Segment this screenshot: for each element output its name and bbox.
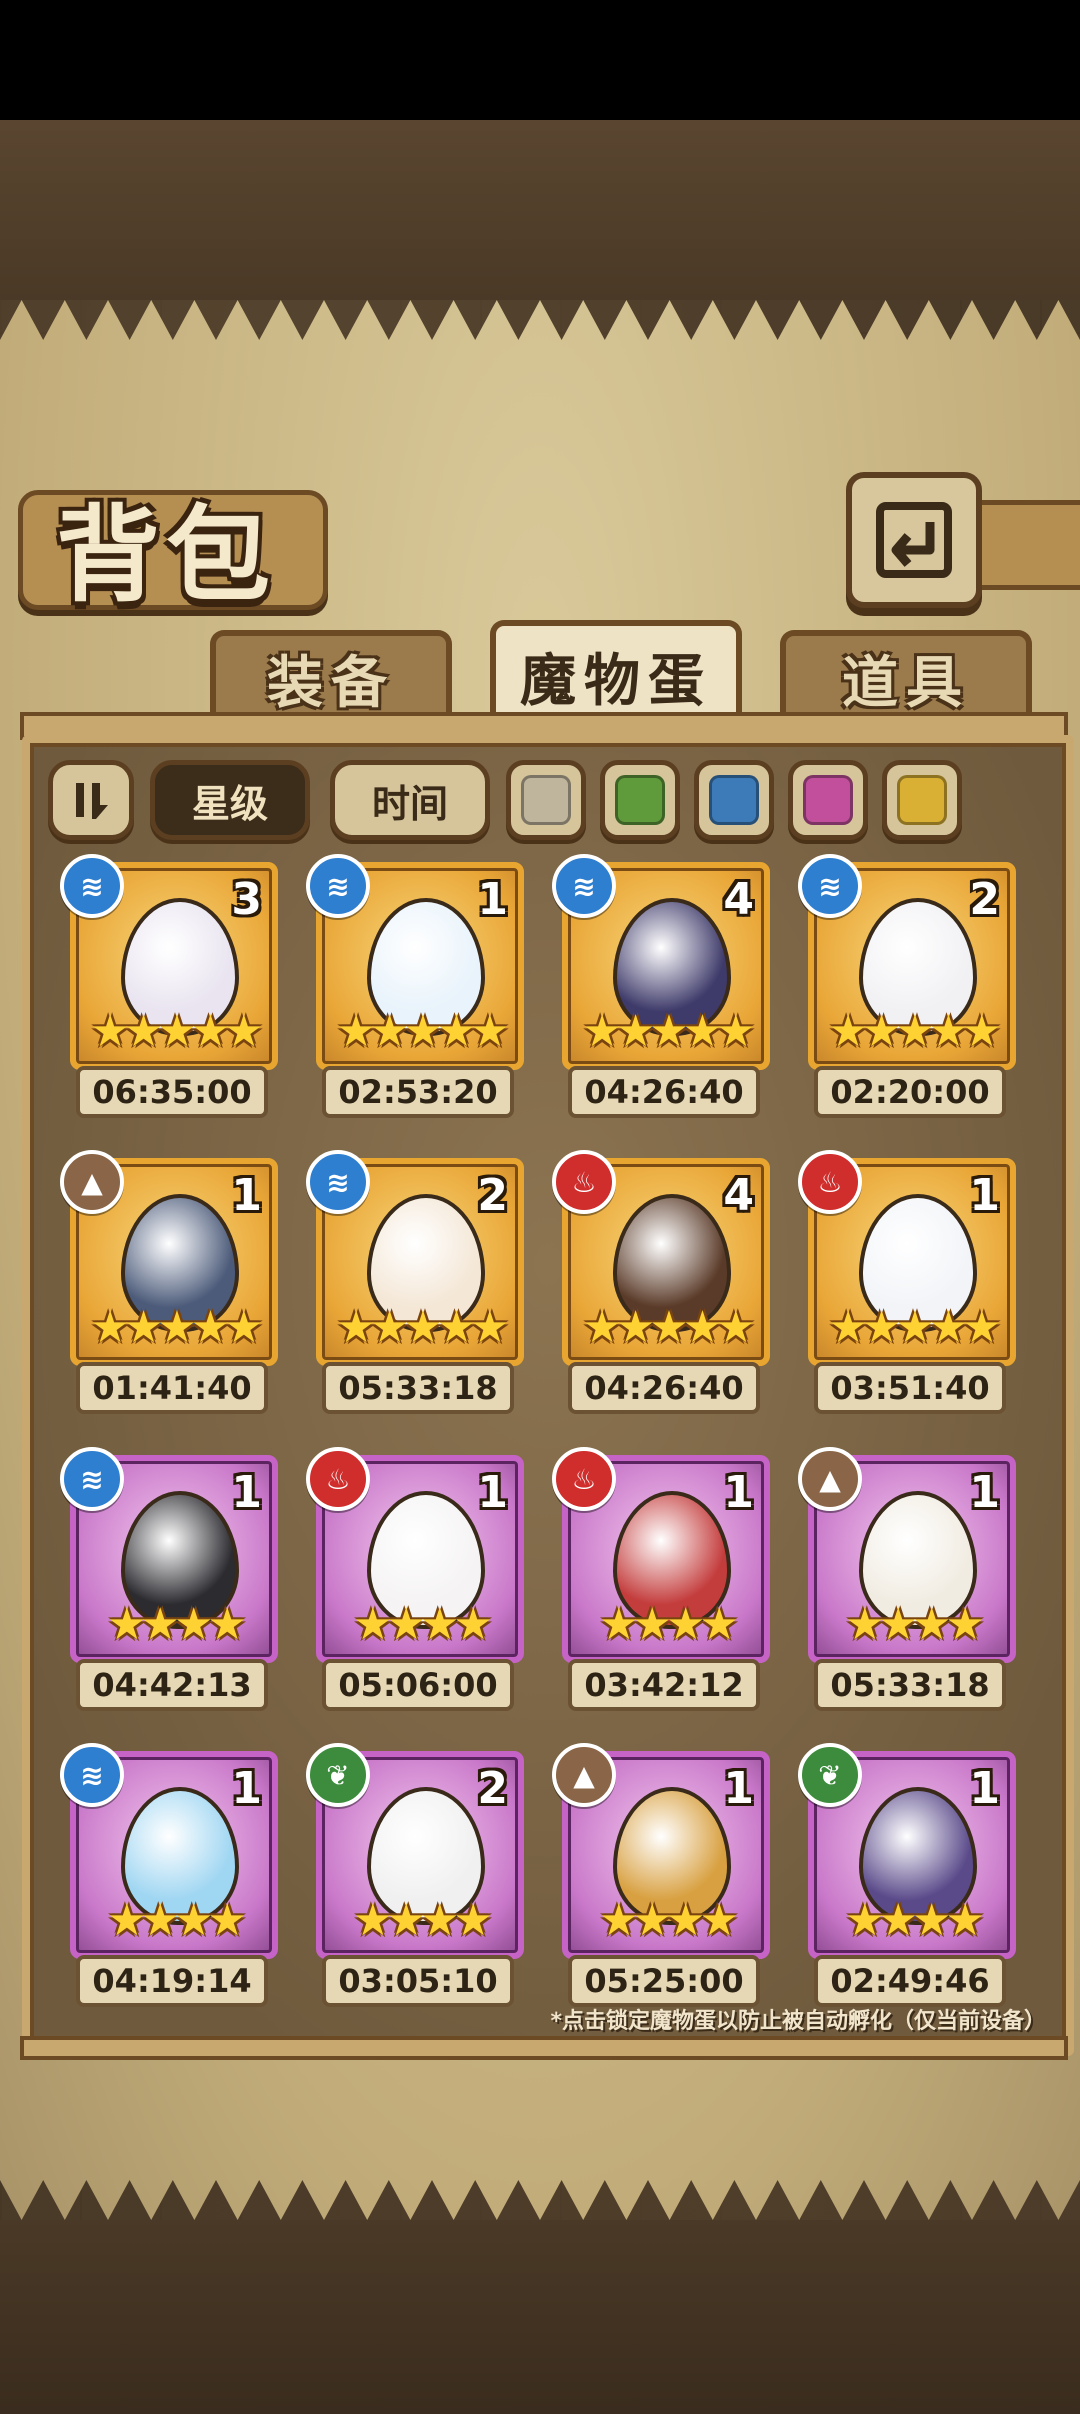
back-rail [970, 500, 1080, 590]
star-rating: ★★★★ [845, 1599, 985, 1650]
tab-label: 道具 [842, 650, 970, 716]
filter-color-gray[interactable] [506, 760, 586, 840]
water-element-icon: ≋ [306, 1150, 370, 1214]
hatch-timer: 03:05:10 [322, 1955, 514, 2007]
star-rating: ★★★★ [353, 1895, 493, 1946]
sort-by-time-button[interactable]: 时间 [330, 760, 490, 840]
fire-element-icon: ♨ [798, 1150, 862, 1214]
hatch-timer: 05:06:00 [322, 1659, 514, 1711]
sort-order-button[interactable] [48, 760, 134, 840]
color-chip [897, 775, 947, 825]
star-rating: ★★★★ [599, 1895, 739, 1946]
water-element-icon: ≋ [306, 854, 370, 918]
bottom-map-strip [0, 2220, 1080, 2414]
star-rating: ★★★★ [107, 1599, 247, 1650]
tab-monster-eggs[interactable]: 魔物蛋 [490, 620, 742, 726]
egg-count: 4 [723, 874, 754, 925]
earth-element-icon: ▲ [60, 1150, 124, 1214]
egg-count: 1 [231, 1467, 262, 1518]
water-element-icon: ≋ [552, 854, 616, 918]
water-element-icon: ≋ [60, 1447, 124, 1511]
earth-element-icon: ▲ [552, 1743, 616, 1807]
fire-element-icon: ♨ [552, 1150, 616, 1214]
star-rating: ★★★★ [353, 1599, 493, 1650]
color-chip [803, 775, 853, 825]
color-chip [615, 775, 665, 825]
egg-count: 1 [477, 1467, 508, 1518]
sort-by-star-label: 星级 [191, 781, 268, 826]
hatch-timer: 02:49:46 [814, 1955, 1006, 2007]
egg-count: 4 [723, 1170, 754, 1221]
egg-count: 1 [231, 1170, 262, 1221]
earth-element-icon: ▲ [798, 1447, 862, 1511]
star-rating: ★★★★ [107, 1895, 247, 1946]
tab-equipment[interactable]: 装备 [210, 630, 452, 720]
filter-color-green[interactable] [600, 760, 680, 840]
back-arrow-icon [876, 502, 952, 578]
water-element-icon: ≋ [798, 854, 862, 918]
leaf-element-icon: ❦ [798, 1743, 862, 1807]
sort-icon [76, 783, 108, 819]
egg-count: 1 [723, 1467, 754, 1518]
hatch-timer: 04:42:13 [76, 1659, 268, 1711]
fire-element-icon: ♨ [552, 1447, 616, 1511]
back-button[interactable] [846, 472, 982, 608]
egg-count: 1 [969, 1467, 1000, 1518]
top-map-strip [0, 120, 1080, 300]
tab-items[interactable]: 道具 [780, 630, 1032, 720]
egg-count: 1 [723, 1763, 754, 1814]
star-rating: ★★★★★ [336, 1302, 509, 1353]
egg-count: 1 [477, 874, 508, 925]
star-rating: ★★★★★ [828, 1006, 1001, 1057]
star-rating: ★★★★★ [90, 1006, 263, 1057]
sort-by-star-button[interactable]: 星级 [150, 760, 310, 840]
sort-by-time-label: 时间 [371, 781, 448, 826]
status-bar [0, 0, 1080, 120]
water-element-icon: ≋ [60, 1743, 124, 1807]
tab-label: 魔物蛋 [520, 648, 712, 714]
hatch-timer: 05:33:18 [322, 1362, 514, 1414]
egg-count: 2 [477, 1170, 508, 1221]
hatch-timer: 01:41:40 [76, 1362, 268, 1414]
page-title: 背包 [56, 494, 277, 616]
star-rating: ★★★★★ [336, 1006, 509, 1057]
hatch-timer: 02:20:00 [814, 1066, 1006, 1118]
filter-color-pink[interactable] [788, 760, 868, 840]
filter-color-yellow[interactable] [882, 760, 962, 840]
hatch-timer: 04:26:40 [568, 1362, 760, 1414]
hatch-timer: 02:53:20 [322, 1066, 514, 1118]
egg-count: 1 [969, 1170, 1000, 1221]
hatch-timer: 06:35:00 [76, 1066, 268, 1118]
color-chip [709, 775, 759, 825]
filter-color-blue[interactable] [694, 760, 774, 840]
hatch-timer: 05:25:00 [568, 1955, 760, 2007]
hatch-timer: 05:33:18 [814, 1659, 1006, 1711]
egg-count: 3 [231, 874, 262, 925]
egg-count: 1 [231, 1763, 262, 1814]
star-rating: ★★★★★ [90, 1302, 263, 1353]
color-chip [521, 775, 571, 825]
hatch-timer: 04:26:40 [568, 1066, 760, 1118]
hatch-timer: 03:42:12 [568, 1659, 760, 1711]
lock-hint: *点击锁定魔物蛋以防止被自动孵化（仅当前设备） [550, 2009, 1046, 2034]
star-rating: ★★★★ [845, 1895, 985, 1946]
star-rating: ★★★★ [599, 1599, 739, 1650]
tab-label: 装备 [267, 650, 395, 716]
star-rating: ★★★★★ [828, 1302, 1001, 1353]
leaf-element-icon: ❦ [306, 1743, 370, 1807]
hatch-timer: 03:51:40 [814, 1362, 1006, 1414]
water-element-icon: ≋ [60, 854, 124, 918]
egg-count: 2 [969, 874, 1000, 925]
star-rating: ★★★★★ [582, 1006, 755, 1057]
fire-element-icon: ♨ [306, 1447, 370, 1511]
hatch-timer: 04:19:14 [76, 1955, 268, 2007]
egg-count: 2 [477, 1763, 508, 1814]
star-rating: ★★★★★ [582, 1302, 755, 1353]
panel-bottom-rail [20, 2036, 1068, 2060]
egg-count: 1 [969, 1763, 1000, 1814]
